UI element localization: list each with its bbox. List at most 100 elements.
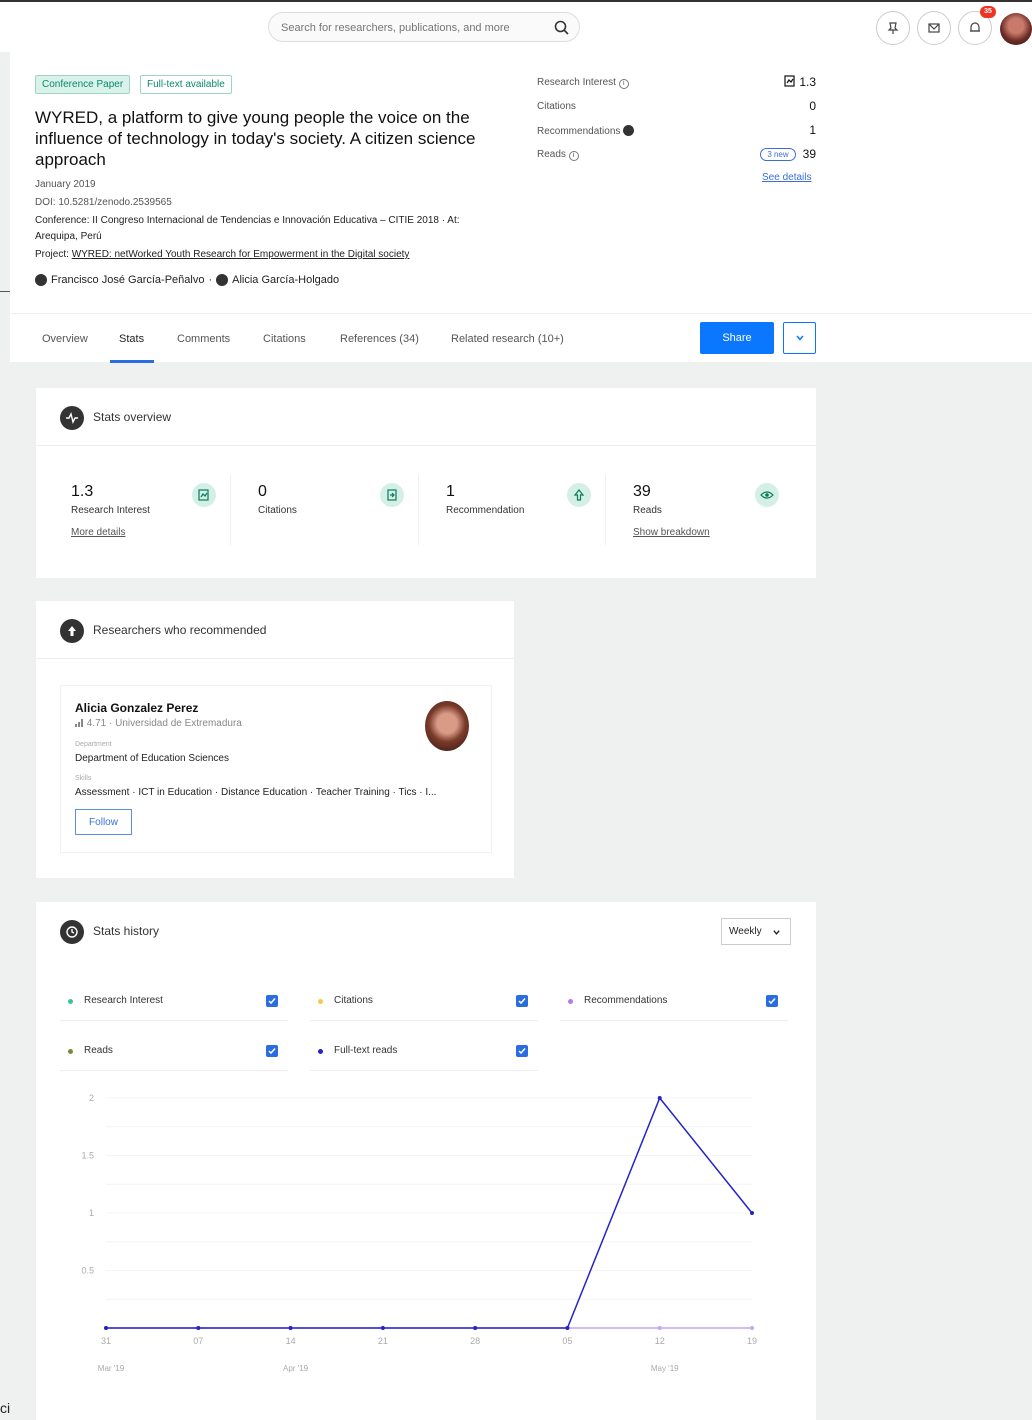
eye-icon <box>755 483 779 507</box>
data-point[interactable] <box>750 1211 754 1215</box>
more-actions-button[interactable] <box>783 322 816 354</box>
legend-dot <box>568 999 573 1004</box>
tab-comments[interactable]: Comments <box>177 333 230 345</box>
data-point[interactable] <box>288 1326 293 1330</box>
tab-stats[interactable]: Stats <box>119 333 144 345</box>
legend-dot <box>318 1049 323 1054</box>
legend-item-reads[interactable]: Reads <box>60 1035 288 1071</box>
publication-doi[interactable]: DOI: 10.5281/zenodo.2539565 <box>35 197 172 208</box>
citations-value: 0 <box>809 99 816 113</box>
project-line: Project: WYRED: netWorked Youth Research… <box>35 249 409 260</box>
authors: Francisco José García-Peñalvo · Alicia G… <box>35 274 339 286</box>
project-label: Project: <box>35 249 69 260</box>
project-link[interactable]: WYRED: netWorked Youth Research for Empo… <box>72 249 410 260</box>
data-point[interactable] <box>657 1096 662 1100</box>
more-details-link[interactable]: More details <box>71 527 125 538</box>
conference-line: Conference: II Congreso Internacional de… <box>35 215 460 226</box>
stats-history-chart: 2 1.5 1 0.5 31 07 14 21 28 05 12 19 Mar '19 Apr '19 Ma… <box>81 1093 757 1373</box>
publication-date: January 2019 <box>35 179 96 190</box>
research-interest-value: 1.3 <box>784 75 816 89</box>
data-point[interactable] <box>657 1326 662 1330</box>
period-select[interactable]: Weekly <box>721 918 791 945</box>
checkbox-checked-icon[interactable] <box>266 1045 278 1057</box>
y-tick-label: 0.5 <box>81 1266 94 1276</box>
x-tick-label: 12 <box>655 1336 665 1346</box>
data-point[interactable] <box>750 1326 754 1330</box>
tab-overview[interactable]: Overview <box>42 333 88 345</box>
legend-label: Research Interest <box>84 995 163 1006</box>
card-header: Researchers who recommended <box>36 601 514 659</box>
x-tick-label: 07 <box>193 1336 203 1346</box>
stat-value: 1.3 <box>71 483 94 500</box>
month-label: May '19 <box>651 1364 679 1373</box>
show-breakdown-link[interactable]: Show breakdown <box>633 527 710 538</box>
recommendations-label: Recommendations <box>537 125 635 137</box>
tab-citations[interactable]: Citations <box>263 333 306 345</box>
card-header: Stats overview <box>36 388 816 446</box>
x-tick-label: 19 <box>747 1336 757 1346</box>
tab-references[interactable]: References (34) <box>340 333 419 345</box>
legend-label: Full-text reads <box>334 1045 398 1056</box>
checkbox-checked-icon[interactable] <box>516 1045 528 1057</box>
see-details-link[interactable]: See details <box>762 172 811 183</box>
research-interest-label: Research Interest i <box>537 77 629 89</box>
search-icon[interactable] <box>553 19 571 37</box>
legend-item-recommendations[interactable]: Recommendations <box>560 985 788 1021</box>
author-name[interactable]: Francisco José García-Peñalvo <box>51 274 204 286</box>
notification-badge: 35 <box>980 6 996 18</box>
search-input[interactable] <box>281 19 551 37</box>
research-interest-icon <box>784 75 795 87</box>
skills-value: Assessment · ICT in Education · Distance… <box>75 787 437 798</box>
stat-value: 39 <box>633 483 651 500</box>
stray-text: ci <box>0 1400 11 1416</box>
data-point[interactable] <box>565 1326 570 1330</box>
divider <box>605 475 606 545</box>
info-icon[interactable]: i <box>618 79 629 89</box>
follow-button[interactable]: Follow <box>75 809 132 835</box>
legend-item-citations[interactable]: Citations <box>310 985 538 1021</box>
checkbox-checked-icon[interactable] <box>516 995 528 1007</box>
share-button[interactable]: Share <box>700 322 774 354</box>
x-tick-label: 28 <box>470 1336 480 1346</box>
reads-label: Reads i <box>537 149 579 161</box>
chevron-down-icon <box>773 930 780 935</box>
recommend-icon <box>60 619 84 643</box>
legend-dot <box>68 1049 73 1054</box>
tab-related-research[interactable]: Related research (10+) <box>451 333 564 345</box>
author-name[interactable]: Alicia García-Holgado <box>232 274 339 286</box>
citations-icon <box>380 483 404 507</box>
checkbox-checked-icon[interactable] <box>266 995 278 1007</box>
legend-label: Reads <box>84 1045 113 1056</box>
activity-icon <box>60 406 84 430</box>
stat-value: 0 <box>258 483 267 500</box>
card-title: Stats overview <box>93 410 172 424</box>
legend-item-fulltext-reads[interactable]: Full-text reads <box>310 1035 538 1071</box>
divider <box>0 291 10 292</box>
researcher-avatar[interactable] <box>425 701 469 751</box>
author-avatar[interactable] <box>216 274 229 286</box>
y-tick-label: 2 <box>89 1093 94 1103</box>
legend-dot <box>318 999 323 1004</box>
researcher-name[interactable]: Alicia Gonzalez Perez <box>75 701 198 715</box>
user-avatar[interactable] <box>1000 13 1032 45</box>
messages-icon[interactable] <box>917 11 951 45</box>
data-point[interactable] <box>104 1326 108 1330</box>
legend-item-research-interest[interactable]: Research Interest <box>60 985 288 1021</box>
month-label: Apr '19 <box>283 1364 309 1373</box>
x-tick-label: 21 <box>378 1336 388 1346</box>
data-point[interactable] <box>196 1326 201 1330</box>
data-point[interactable] <box>473 1326 478 1330</box>
pin-icon[interactable] <box>876 11 910 45</box>
checkbox-checked-icon[interactable] <box>766 995 778 1007</box>
data-point[interactable] <box>380 1326 385 1330</box>
reads-value: 39 <box>802 147 816 161</box>
info-icon[interactable]: i <box>568 151 579 161</box>
recommend-icon <box>623 125 635 136</box>
legend-label: Recommendations <box>584 995 668 1006</box>
search-box[interactable] <box>268 12 580 42</box>
top-bar: 35 <box>0 0 1032 52</box>
author-avatar[interactable] <box>35 274 47 286</box>
stat-value: 1 <box>446 483 455 500</box>
card-title: Stats history <box>93 924 160 938</box>
divider <box>418 475 419 545</box>
